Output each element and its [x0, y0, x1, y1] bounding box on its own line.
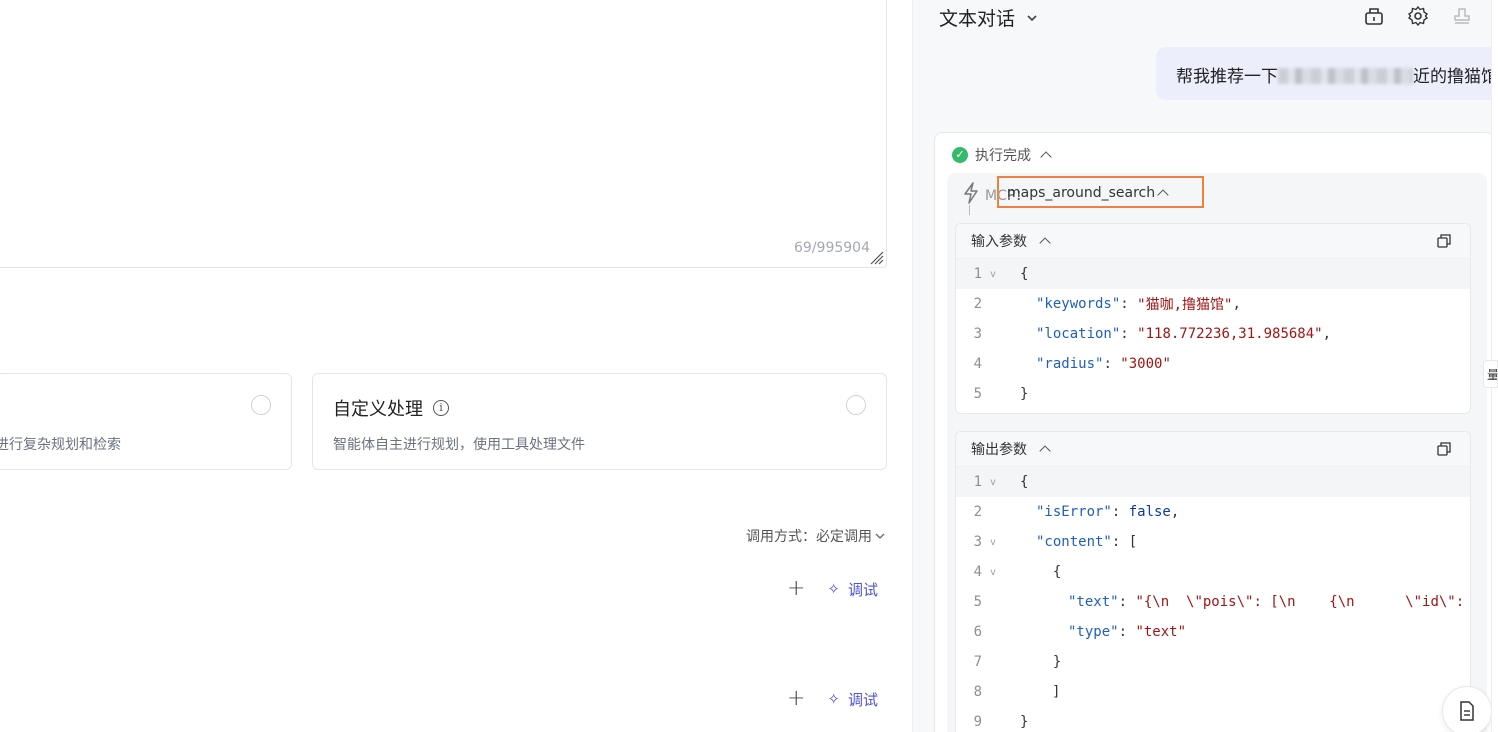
tool-action-row: + ✧ 调试 [787, 688, 878, 710]
resize-handle-icon[interactable] [868, 249, 884, 265]
debug-button[interactable]: ✧ 调试 [827, 689, 878, 710]
mcp-tool-name: maps_around_search [1007, 185, 1156, 201]
stamp-icon[interactable] [1451, 5, 1473, 27]
chat-mode-label: 文本对话 [939, 8, 1016, 30]
output-params-panel: 输出参数 1 v{ 2 "isError": false, 3 v "conte… [955, 431, 1471, 732]
add-button[interactable]: + [787, 688, 805, 710]
app-root: 69/995904 进行复杂规划和检索 自定义处理 i 智能体自主进行规划，使用… [0, 0, 1498, 732]
document-icon [1460, 701, 1474, 721]
code-line: 7 } [973, 654, 1062, 670]
panel-title: 输出参数 [971, 442, 1027, 458]
chat-mode-select[interactable]: 文本对话 [939, 4, 1039, 31]
prompt-editor[interactable]: 69/995904 [0, 0, 887, 268]
chevron-down-icon [875, 533, 885, 539]
user-message-before: 帮我推荐一下 [1176, 67, 1278, 87]
chevron-up-icon [1157, 189, 1169, 201]
chat-pane: 文本对话 帮我推荐一下 近的撸猫馆 ✓ 执行完成 MCP： maps_aroun… [913, 0, 1498, 732]
copy-icon[interactable] [1436, 233, 1452, 249]
chevron-up-icon [1040, 151, 1052, 163]
fold-toggle[interactable]: v [982, 567, 1004, 578]
panel-header[interactable]: 输入参数 [956, 224, 1470, 259]
user-message-after: 近的撸猫馆 [1413, 67, 1498, 87]
call-mode-label: 调用方式：必定调用 [746, 529, 872, 545]
copy-icon[interactable] [1436, 441, 1452, 457]
char-counter: 69/995904 [794, 240, 870, 256]
radio-button[interactable] [251, 395, 271, 415]
debug-label: 调试 [847, 580, 878, 599]
execution-status-toggle[interactable]: ✓ 执行完成 [952, 145, 1052, 165]
code-line: 4v { [973, 564, 1062, 580]
radio-button[interactable] [846, 395, 866, 415]
side-tab[interactable]: 量 [1483, 360, 1498, 388]
execution-card: ✓ 执行完成 MCP： maps_around_search 输入参数 1 v … [934, 132, 1494, 732]
mode-card-planning[interactable]: 进行复杂规划和检索 [0, 373, 292, 470]
status-label: 执行完成 [975, 148, 1031, 164]
code-viewer: 1 v{ 2 "isError": false, 3 v "content": [ 4v… [956, 467, 1470, 732]
call-mode-select[interactable]: 调用方式：必定调用 [746, 526, 886, 546]
sparkle-icon: ✧ [827, 690, 840, 708]
user-message-bubble: 帮我推荐一下 近的撸猫馆 [1156, 47, 1498, 100]
chevron-up-icon [1039, 237, 1051, 249]
card-title: 自定义处理 [333, 399, 423, 420]
brush-icon[interactable] [1363, 5, 1385, 27]
info-icon[interactable]: i [433, 400, 449, 416]
mode-card-custom[interactable]: 自定义处理 i 智能体自主进行规划，使用工具处理文件 [312, 373, 887, 470]
code-line: 3 v "content": [ [973, 534, 1138, 550]
chevron-up-icon [1039, 445, 1051, 457]
chat-toolbar [1363, 5, 1473, 27]
connector-line [969, 205, 970, 215]
code-line: 1 v{ [956, 259, 1470, 289]
check-circle-icon: ✓ [952, 147, 968, 163]
code-line: 2 "isError": false, [973, 504, 1180, 520]
lightning-icon [964, 182, 978, 204]
config-pane: 69/995904 进行复杂规划和检索 自定义处理 i 智能体自主进行规划，使用… [0, 0, 912, 732]
code-line: 3 "location": "118.772236,31.985684", [973, 326, 1332, 342]
tool-action-row: + ✧ 调试 [787, 578, 878, 600]
debug-button[interactable]: ✧ 调试 [827, 579, 878, 600]
sparkle-icon: ✧ [827, 580, 840, 598]
code-line: 5 "text": "{\n \"pois\": [\n {\n \"id\": [973, 594, 1465, 610]
code-viewer: 1 v{ 2 "keywords": "猫咖,撸猫馆", 3 "location": … [956, 259, 1470, 409]
code-line: 8] [973, 684, 1061, 700]
document-button[interactable] [1442, 686, 1492, 732]
card-desc: 智能体自主进行规划，使用工具处理文件 [333, 437, 585, 453]
panel-header[interactable]: 输出参数 [956, 432, 1470, 467]
debug-label: 调试 [847, 690, 878, 709]
chevron-down-icon [1027, 14, 1037, 21]
mcp-tool-name-toggle[interactable]: maps_around_search [1007, 185, 1169, 201]
code-line: 6 "type": "text" [973, 624, 1187, 640]
fold-toggle[interactable]: v [982, 477, 1004, 488]
panel-title: 输入参数 [971, 234, 1027, 250]
card-title-row: 自定义处理 i [333, 395, 449, 421]
redacted-text [1278, 68, 1413, 84]
gear-icon[interactable] [1407, 5, 1429, 27]
code-line: 9} [973, 714, 1029, 730]
code-line: 5} [973, 386, 1029, 402]
code-line: 2 "keywords": "猫咖,撸猫馆", [973, 296, 1241, 313]
fold-toggle[interactable]: v [982, 537, 1004, 548]
mcp-call-block: MCP： maps_around_search 输入参数 1 v {2 "ke… [947, 173, 1487, 732]
input-params-panel: 输入参数 1 v{ 2 "keywords": "猫咖,撸猫馆", 3 "loc… [955, 223, 1471, 414]
code-line: 4 "radius": "3000" [973, 356, 1171, 372]
fold-toggle[interactable]: v [982, 269, 1004, 280]
card-desc: 进行复杂规划和检索 [0, 437, 121, 453]
add-button[interactable]: + [787, 578, 805, 600]
code-line: 1 v{ [956, 467, 1470, 497]
